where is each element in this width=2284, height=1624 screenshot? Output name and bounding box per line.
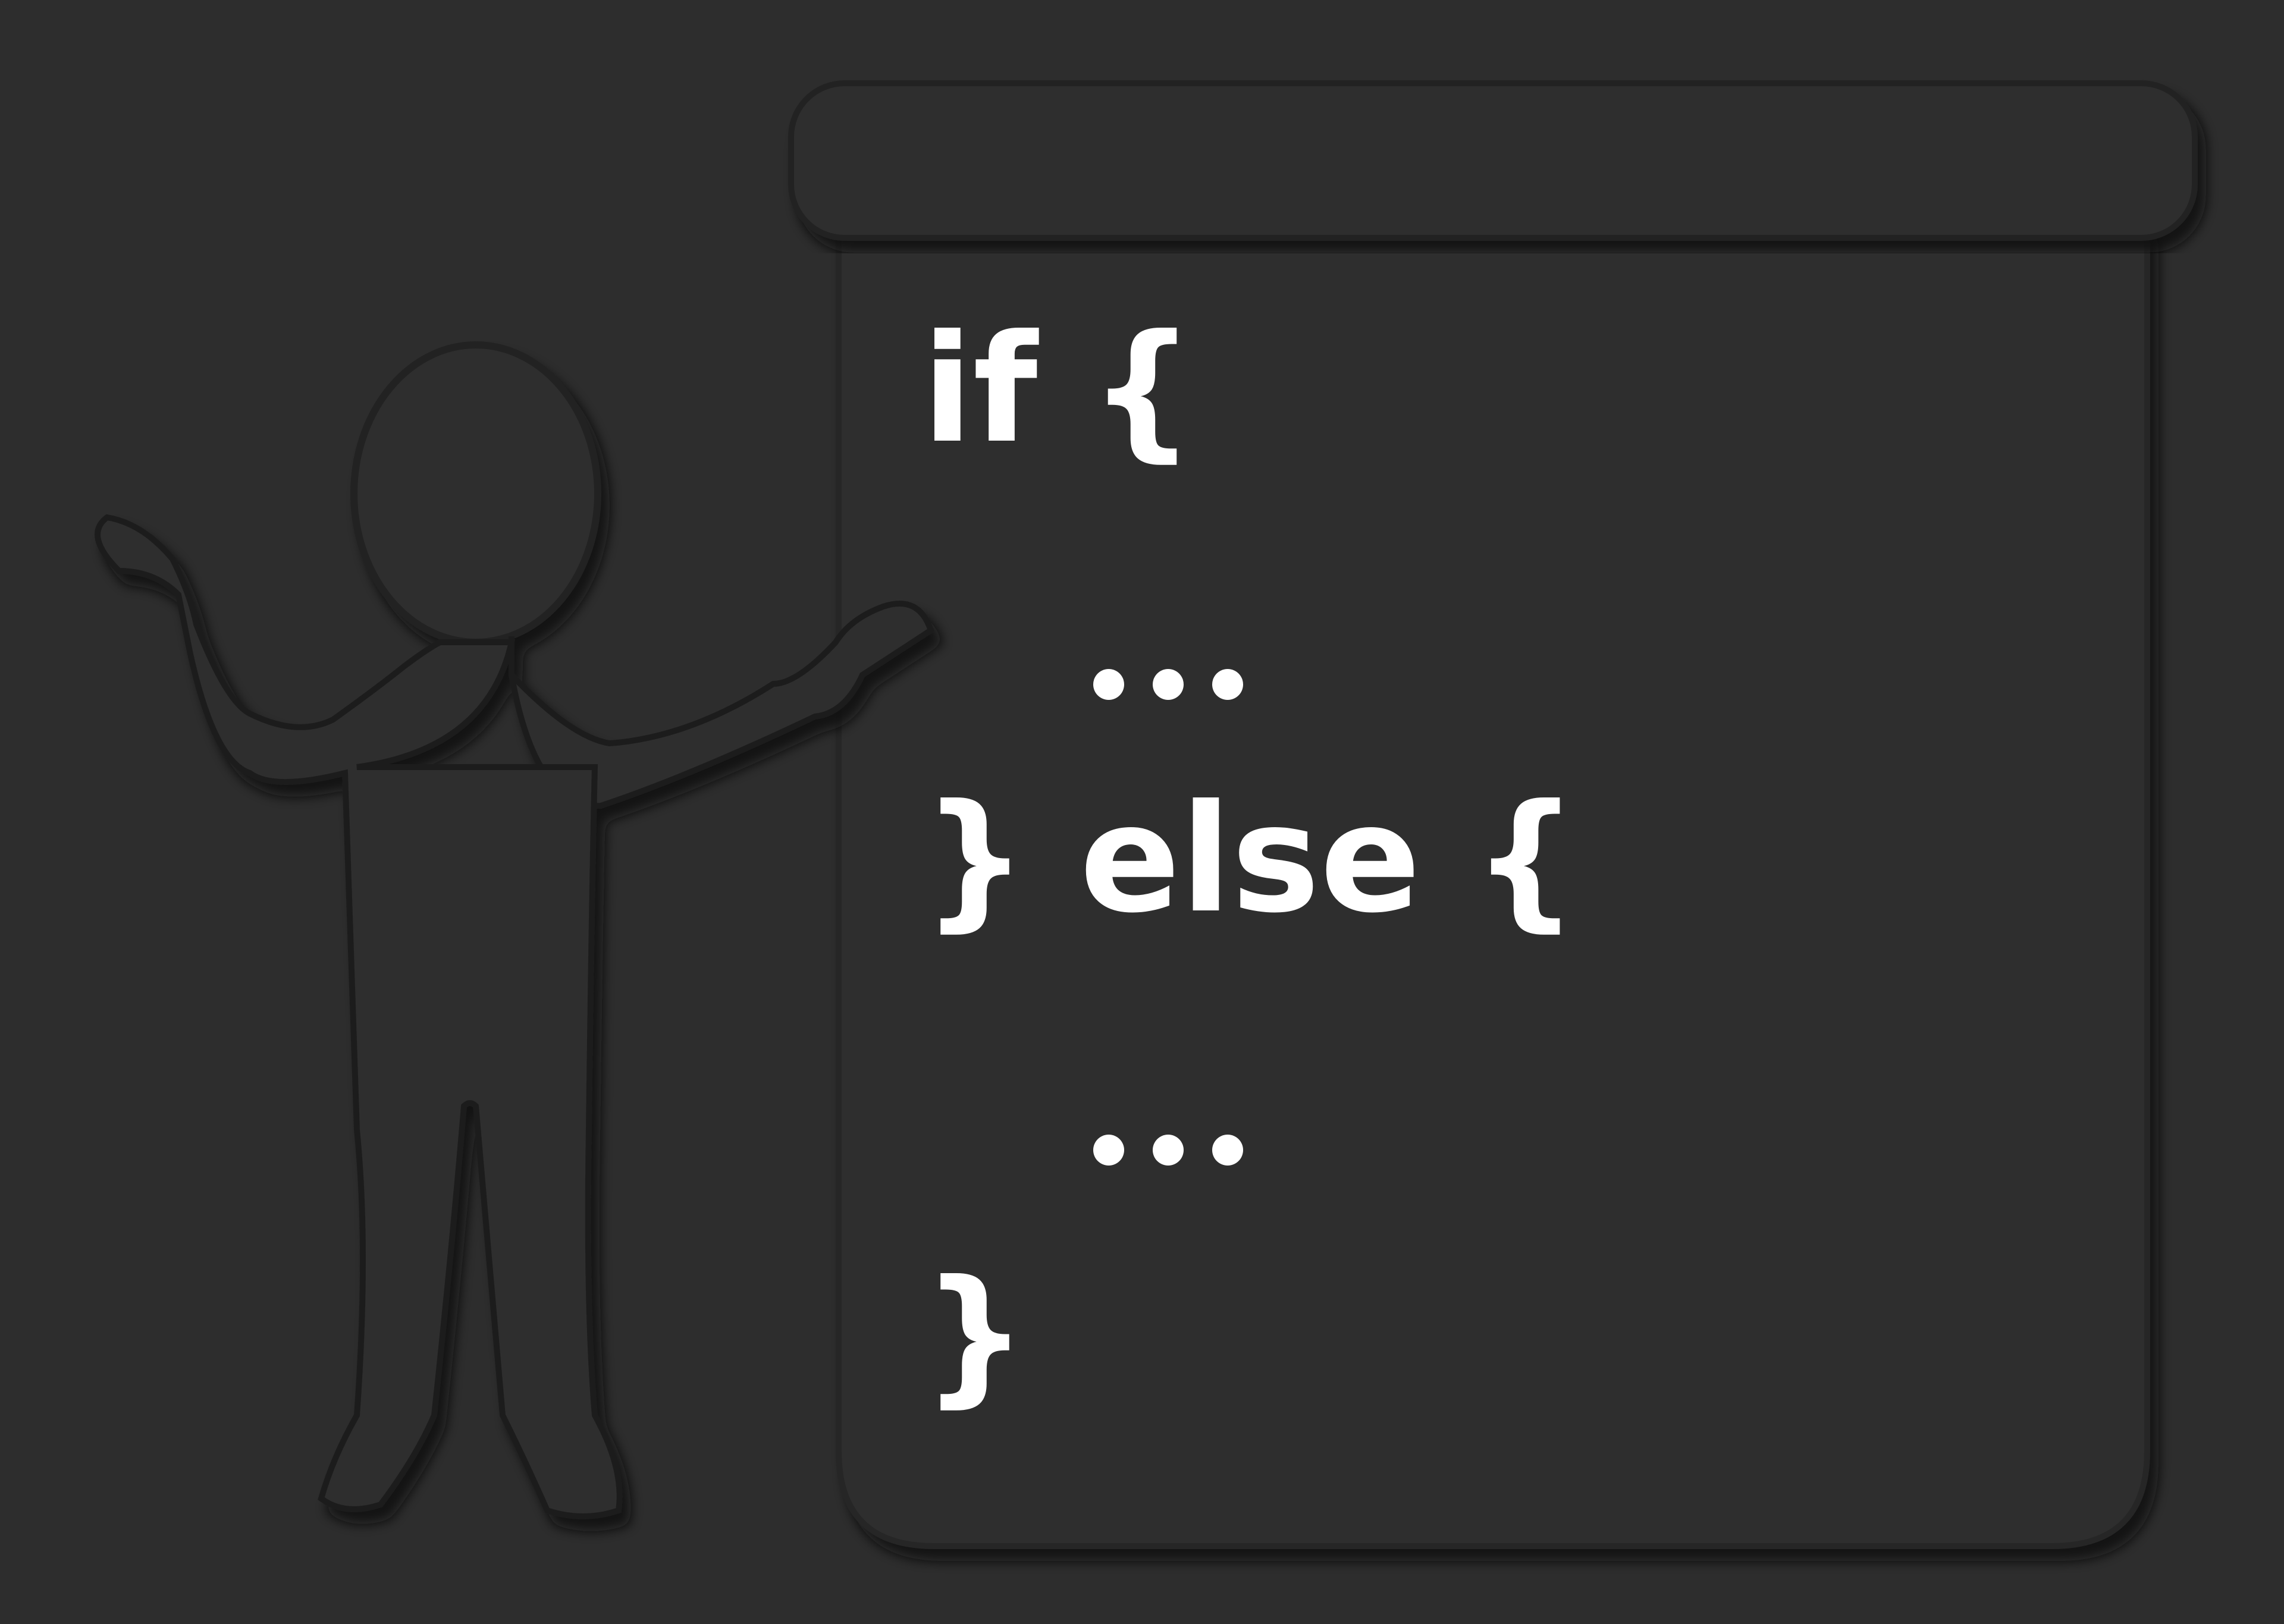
figure-torso-legs (95, 514, 623, 1519)
board-top-roller (788, 80, 2198, 241)
figure-head (350, 341, 601, 646)
ellipsis-dot (1212, 669, 1243, 700)
ellipsis-dot (1153, 669, 1184, 700)
illustration-canvas: if { } else { } (0, 0, 2284, 1624)
ellipsis-dot (1153, 1135, 1184, 1166)
code-line-close: } (922, 1248, 1028, 1421)
ellipsis-2 (1093, 1135, 1243, 1166)
person-figure-icon (95, 341, 934, 1519)
code-board: if { } else { } (833, 250, 2141, 1528)
code-line-if: if { (922, 303, 1196, 476)
ellipsis-dot (1093, 1135, 1124, 1166)
ellipsis-dot (1093, 669, 1124, 700)
ellipsis-dot (1212, 1135, 1243, 1166)
code-line-else: } else { (922, 772, 1579, 945)
ellipsis-1 (1093, 669, 1243, 700)
